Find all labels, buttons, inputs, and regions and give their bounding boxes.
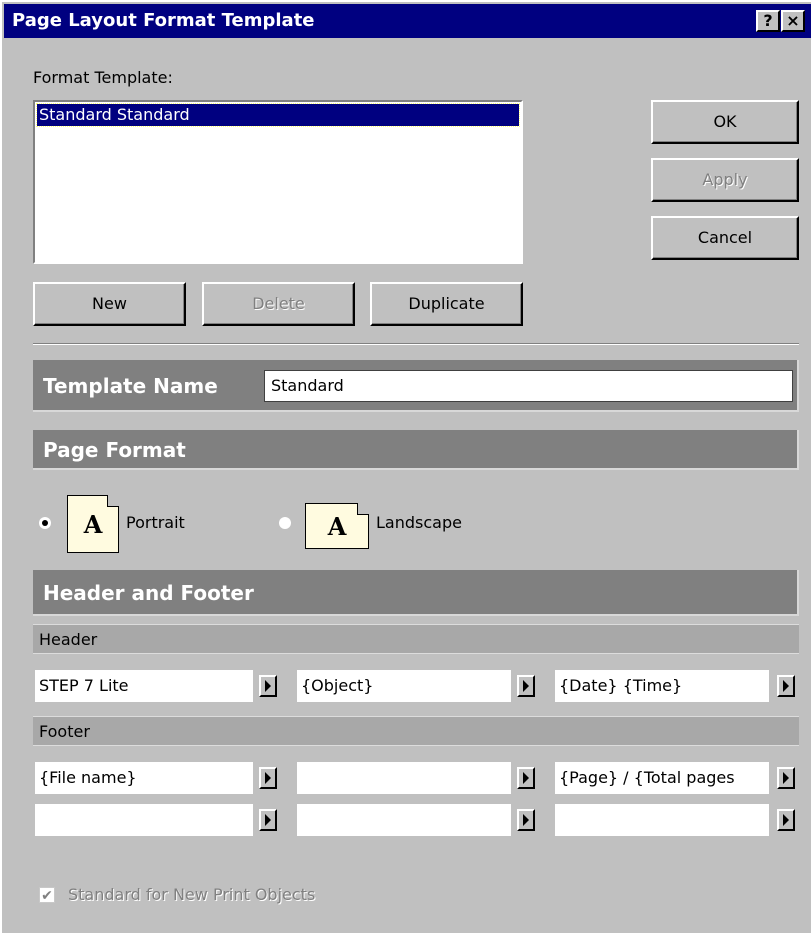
title-bar: Page Layout Format Template ? × <box>4 4 811 38</box>
duplicate-button[interactable]: Duplicate <box>370 282 523 326</box>
window-title: Page Layout Format Template <box>12 10 315 31</box>
footer2-field-center[interactable] <box>297 804 511 836</box>
separator <box>33 343 799 345</box>
arrow-right-icon[interactable] <box>259 767 277 789</box>
page-format-band: Page Format <box>33 430 799 470</box>
header-footer-label: Header and Footer <box>43 581 254 605</box>
arrow-right-icon[interactable] <box>777 675 795 697</box>
footer2-field-left[interactable] <box>35 804 253 836</box>
arrow-right-icon[interactable] <box>777 809 795 831</box>
footer-field-right[interactable]: {Page} / {Total pages <box>555 762 769 794</box>
list-item[interactable]: Standard Standard <box>36 103 520 127</box>
delete-button[interactable]: Delete <box>202 282 355 326</box>
ok-button[interactable]: OK <box>651 100 799 144</box>
header-label: Header <box>33 624 799 654</box>
footer-field-center[interactable] <box>297 762 511 794</box>
portrait-radio[interactable] <box>39 517 51 529</box>
footer-label: Footer <box>33 716 799 746</box>
header-field-center[interactable]: {Object} <box>297 670 511 702</box>
template-name-input[interactable]: Standard <box>264 370 793 402</box>
landscape-label[interactable]: Landscape <box>376 513 462 532</box>
checkmark-icon[interactable]: ✔ <box>39 887 55 904</box>
cancel-button[interactable]: Cancel <box>651 216 799 260</box>
page-landscape-icon: A <box>305 503 369 549</box>
close-icon[interactable]: × <box>781 10 805 32</box>
new-button[interactable]: New <box>33 282 186 326</box>
format-template-label: Format Template: <box>33 68 173 87</box>
page-format-label: Page Format <box>43 438 186 462</box>
arrow-right-icon[interactable] <box>259 675 277 697</box>
arrow-right-icon[interactable] <box>517 767 535 789</box>
arrow-right-icon[interactable] <box>259 809 277 831</box>
apply-button[interactable]: Apply <box>651 158 799 202</box>
arrow-right-icon[interactable] <box>777 767 795 789</box>
header-field-left[interactable]: STEP 7 Lite <box>35 670 253 702</box>
format-template-list[interactable]: Standard Standard <box>33 100 523 264</box>
portrait-label[interactable]: Portrait <box>126 513 185 532</box>
arrow-right-icon[interactable] <box>517 675 535 697</box>
header-field-right[interactable]: {Date} {Time} <box>555 670 769 702</box>
page-layout-dialog: Page Layout Format Template ? × Format T… <box>0 0 811 933</box>
arrow-right-icon[interactable] <box>517 809 535 831</box>
header-footer-band: Header and Footer <box>33 570 799 616</box>
help-icon[interactable]: ? <box>756 10 780 32</box>
footer2-field-right[interactable] <box>555 804 769 836</box>
page-portrait-icon: A <box>67 495 119 553</box>
standard-checkbox-label[interactable]: Standard for New Print Objects <box>68 885 315 904</box>
landscape-radio[interactable] <box>279 517 291 529</box>
footer-field-left[interactable]: {File name} <box>35 762 253 794</box>
template-name-label: Template Name <box>43 374 218 398</box>
template-name-band: Template Name Standard <box>33 360 799 412</box>
